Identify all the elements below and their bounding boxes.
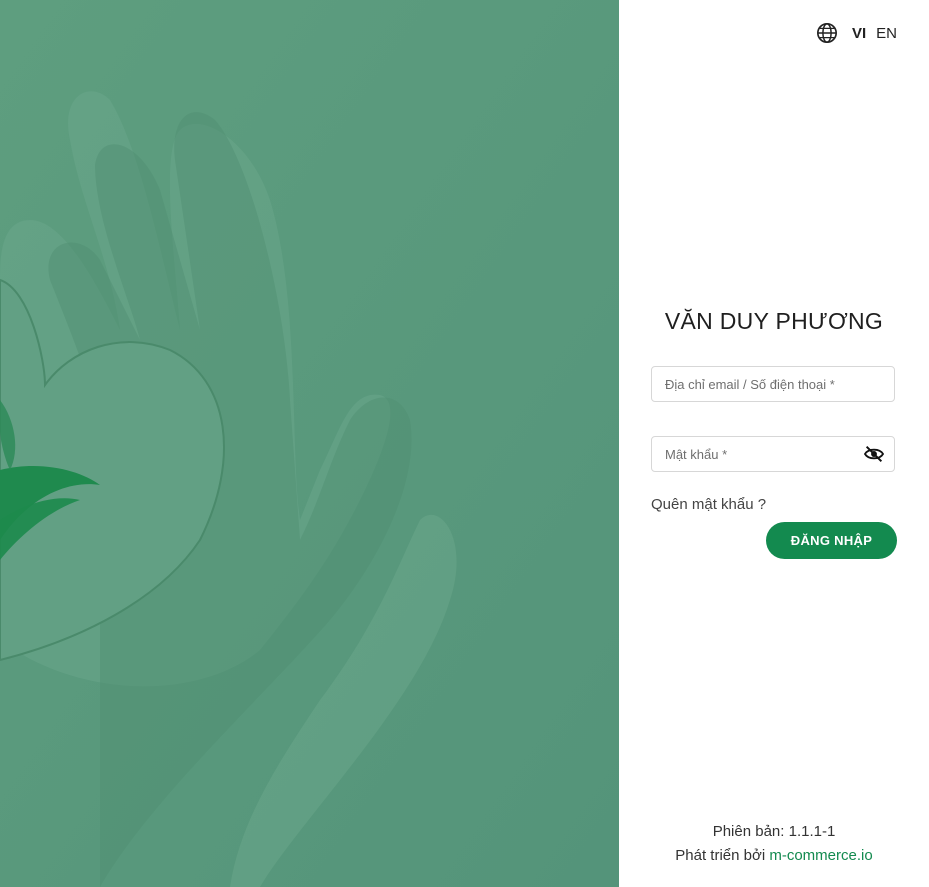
login-button[interactable]: ĐĂNG NHẬP [766, 522, 897, 559]
password-field-wrapper [651, 436, 895, 472]
password-input[interactable] [652, 437, 894, 471]
language-switcher: VI EN [816, 22, 897, 44]
eye-slash-icon[interactable] [864, 445, 884, 463]
hero-image [0, 0, 619, 887]
email-field-wrapper [651, 366, 895, 402]
forgot-password-link[interactable]: Quên mật khẩu ? [651, 496, 766, 513]
login-panel: VI EN VĂN DUY PHƯƠNG Quên mật khẩu ? ĐĂN… [619, 0, 929, 887]
developed-by-label: Phát triển bởi [675, 847, 766, 864]
page-title: VĂN DUY PHƯƠNG [664, 308, 884, 334]
developer-credit: Phát triển bởi m-commerce.io [619, 844, 929, 868]
language-option-vi[interactable]: VI [852, 25, 866, 42]
language-option-en[interactable]: EN [876, 25, 897, 42]
footer: Phiên bản: 1.1.1-1 Phát triển bởi m-comm… [619, 820, 929, 868]
email-input[interactable] [652, 367, 894, 401]
version-text: Phiên bản: 1.1.1-1 [712, 823, 836, 840]
globe-icon[interactable] [816, 22, 838, 44]
hands-holding-heart-illustration [0, 0, 619, 887]
developer-link[interactable]: m-commerce.io [769, 847, 872, 864]
